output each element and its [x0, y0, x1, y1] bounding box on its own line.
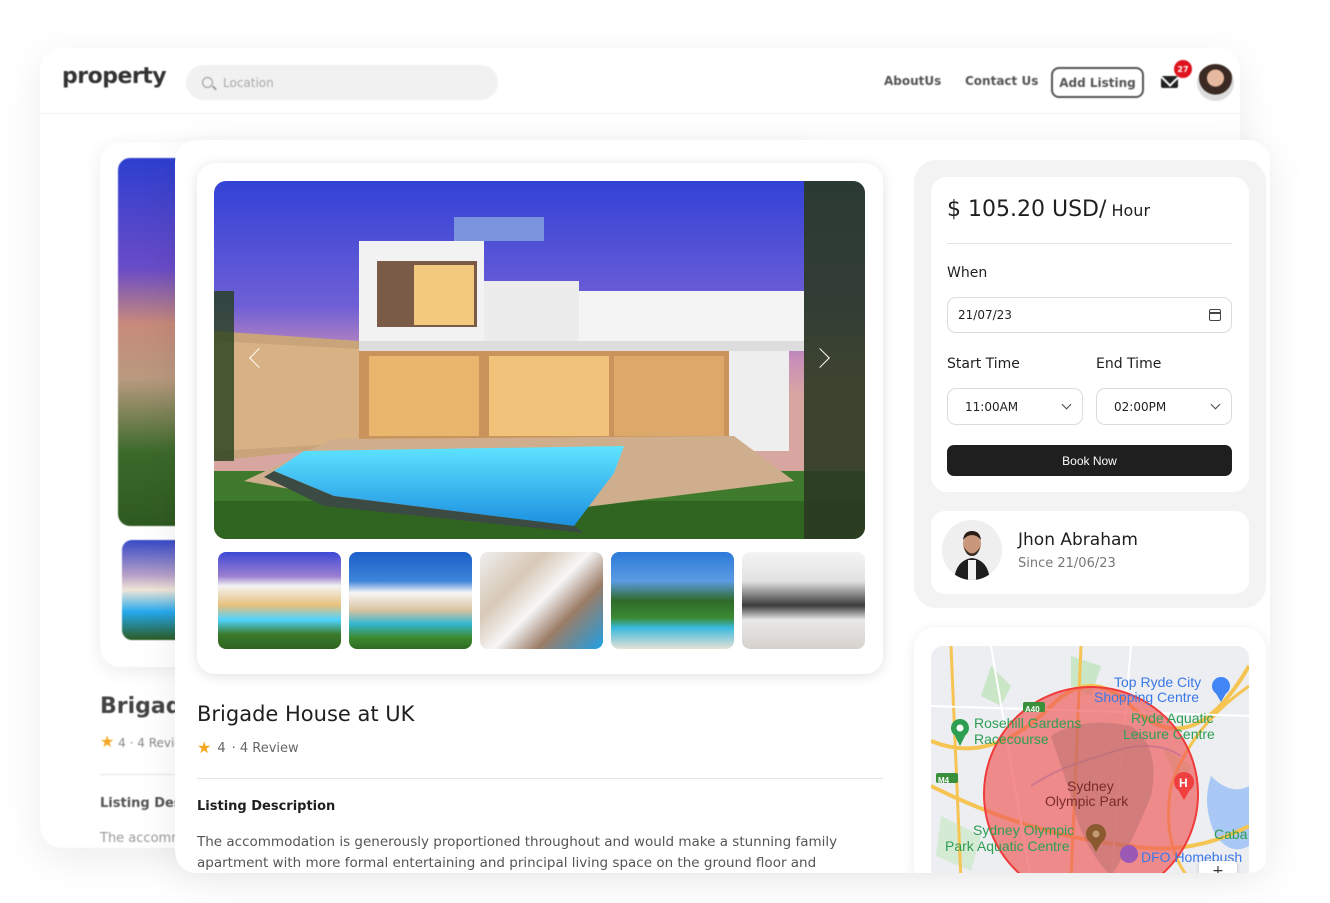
start-time-select[interactable]: 11:00AM [947, 388, 1083, 425]
date-value: 21/07/23 [958, 308, 1012, 322]
logo[interactable]: property [62, 64, 167, 89]
user-avatar[interactable] [1197, 64, 1234, 101]
location-search-input[interactable] [223, 75, 463, 90]
map-label-ryde-aquatic[interactable]: Ryde Aquatic [1131, 711, 1214, 726]
add-listing-button[interactable]: Add Listing [1051, 67, 1144, 98]
when-label: When [947, 265, 988, 281]
thumbnail-1[interactable] [218, 552, 341, 649]
review-count[interactable]: · 4 Review [232, 741, 299, 756]
host-since: Since 21/06/23 [1018, 556, 1116, 571]
map-label-aquatic-centre-1[interactable]: Sydney Olympic [973, 823, 1074, 838]
thumbnail-3[interactable] [480, 552, 603, 649]
end-time-value: 02:00PM [1114, 399, 1167, 414]
booking-card: $ 105.20 USD/ Hour When 21/07/23 Start T… [931, 177, 1249, 492]
map-label-aquatic-centre-2: Park Aquatic Centre [945, 838, 1070, 854]
host-name: Jhon Abraham [1018, 530, 1138, 550]
search-icon [202, 77, 213, 88]
villa-photo [214, 181, 865, 539]
calendar-icon[interactable] [1209, 309, 1221, 321]
map-label-top-ryde[interactable]: Top Ryde City [1114, 675, 1201, 690]
star-icon: ★ [197, 738, 212, 757]
host-avatar [942, 520, 1002, 580]
search-bar[interactable] [186, 65, 498, 100]
host-card[interactable]: Jhon Abraham Since 21/06/23 [931, 511, 1249, 594]
map-card: H A40 M4 Top Ryde City Shopping Centre R… [914, 627, 1266, 873]
hero-image[interactable] [214, 181, 865, 539]
location-map[interactable]: H A40 M4 Top Ryde City Shopping Centre R… [931, 646, 1249, 873]
start-time-value: 11:00AM [965, 399, 1019, 414]
thumbnail-4[interactable] [611, 552, 734, 649]
svg-text:H: H [1179, 776, 1188, 790]
top-navbar: property AboutUs Contact Us Add Listing … [40, 48, 1240, 114]
chevron-down-icon [1061, 399, 1072, 410]
map-zoom-in-button[interactable]: + [1199, 861, 1237, 873]
map-road-m4: M4 [938, 776, 950, 785]
listing-detail-panel: Brigade House at UK ★ 4 · 4 Review Listi… [175, 140, 1270, 873]
host-photo [942, 520, 1002, 580]
map-label-olympic-park: Olympic Park [1045, 793, 1129, 809]
booking-panel: $ 105.20 USD/ Hour When 21/07/23 Start T… [914, 160, 1266, 608]
description-heading: Listing Description [197, 799, 336, 814]
nav-about-us[interactable]: AboutUs [884, 74, 941, 88]
star-icon: ★ [100, 732, 115, 751]
page: property AboutUs Contact Us Add Listing … [0, 0, 1330, 903]
rating: ★ 4 · 4 Review [197, 740, 299, 756]
start-time-label: Start Time [947, 356, 1020, 372]
map-label-racecourse: Racecourse [974, 731, 1049, 747]
price-unit: Hour [1106, 201, 1151, 220]
thumbnail-5[interactable] [742, 552, 865, 649]
divider [947, 243, 1232, 244]
thumbnail-strip [218, 552, 865, 649]
book-now-button[interactable]: Book Now [947, 445, 1232, 476]
map-label-caba: Caba [1214, 826, 1248, 842]
date-input[interactable]: 21/07/23 [947, 297, 1232, 333]
mail-icon[interactable] [1161, 76, 1178, 88]
rating-value: 4 [217, 740, 226, 756]
chevron-down-icon [1210, 399, 1221, 410]
price: $ 105.20 USD/ Hour [947, 197, 1150, 222]
description-text: The accommodation is generously proporti… [197, 834, 838, 871]
price-amount: $ 105.20 USD/ [947, 197, 1107, 222]
end-time-select[interactable]: 02:00PM [1096, 388, 1232, 425]
end-time-label: End Time [1096, 356, 1162, 372]
thumbnail-2[interactable] [349, 552, 472, 649]
map-label-leisure-centre: Leisure Centre [1123, 726, 1215, 742]
map-label-sydney[interactable]: Sydney [1067, 779, 1114, 794]
listing-title: Brigade House at UK [197, 702, 415, 726]
map-label-rosehill[interactable]: Rosehill Gardens [974, 716, 1081, 731]
divider [197, 778, 883, 779]
gallery-card [197, 163, 883, 674]
map-label-shopping-centre: Shopping Centre [1094, 689, 1200, 705]
notification-badge: 27 [1174, 60, 1192, 78]
nav-contact-us[interactable]: Contact Us [965, 74, 1038, 88]
